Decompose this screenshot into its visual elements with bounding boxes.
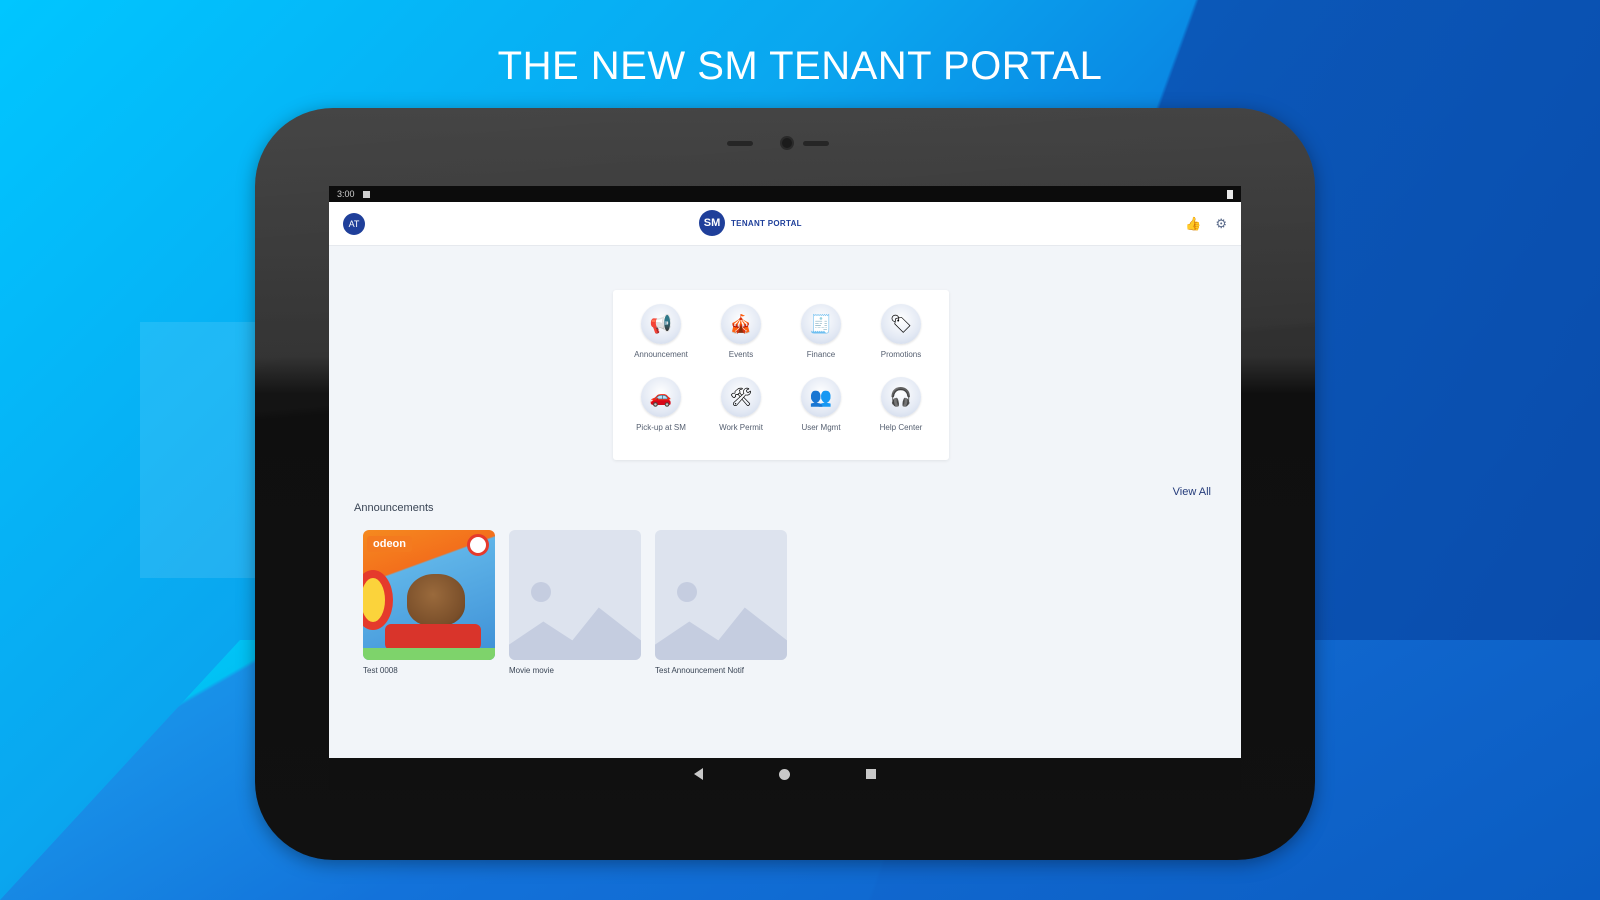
placeholder-mountains [509,607,641,660]
image-placeholder-icon [509,530,641,660]
channel-tag: odeon [367,536,412,552]
announcement-caption: Test 0008 [363,666,398,675]
menu-item-pickup[interactable]: 🚗 Pick-up at SM [621,377,701,450]
menu-item-promotions[interactable]: 🏷 Promotions [861,304,941,377]
back-icon[interactable] [694,768,703,780]
status-bar: 3:00 [329,186,1241,202]
status-time: 3:00 [337,189,355,199]
view-all-link[interactable]: View All [1173,486,1211,498]
menu-card: 📢 Announcement 🎪 Events 🧾 Finance 🏷 Prom… [613,290,949,460]
menu-label: Work Permit [719,423,763,432]
tablet-frame: 3:00 AT SM TENANT PORTAL 👍 ⚙ 📢 Announcem… [255,108,1315,860]
menu-item-user-mgmt[interactable]: 👥 User Mgmt [781,377,861,450]
menu-item-work-permit[interactable]: 🛠 Work Permit [701,377,781,450]
thumbs-up-icon[interactable]: 👍 [1185,216,1201,232]
announcements-title: Announcements [354,502,434,514]
promotions-icon: 🏷 [881,304,921,344]
sm-logo-icon: SM [699,210,725,236]
announcement-caption: Test Announcement Notif [655,666,744,675]
brand-logo: SM TENANT PORTAL [699,210,802,236]
placeholder-mountains [655,607,787,660]
ground-graphic [363,648,495,660]
menu-label: Promotions [880,350,922,359]
ring-graphic [363,570,393,630]
announcement-card[interactable]: Movie movie [509,530,641,675]
front-camera [780,136,794,150]
avatar[interactable]: AT [343,212,365,235]
battery-icon [1227,189,1233,199]
image-placeholder-icon [655,530,787,660]
events-icon: 🎪 [721,304,761,344]
android-nav-bar [329,758,1241,790]
app-bar: AT SM TENANT PORTAL 👍 ⚙ [329,202,1241,246]
speaker-grille [727,141,753,146]
announcement-card[interactable]: Test Announcement Notif [655,530,787,675]
menu-label: Help Center [879,423,923,432]
announcement-caption: Movie movie [509,666,554,675]
announcement-card[interactable]: odeon Test 0008 [363,530,495,675]
megaphone-icon: 📢 [641,304,681,344]
menu-label: Events [728,350,754,359]
menu-label: Pick-up at SM [636,423,686,432]
car-graphic [385,624,481,650]
home-icon[interactable] [779,768,790,780]
character-graphic [407,574,465,626]
menu-item-finance[interactable]: 🧾 Finance [781,304,861,377]
menu-item-events[interactable]: 🎪 Events [701,304,781,377]
work-permit-icon: 🛠 [721,377,761,417]
help-center-icon: 🎧 [881,377,921,417]
menu-label: Finance [806,350,836,359]
app-bar-actions: 👍 ⚙ [1185,216,1227,232]
menu-item-announcement[interactable]: 📢 Announcement [621,304,701,377]
brand-text: TENANT PORTAL [731,218,802,228]
sensor-grille [803,141,829,146]
menu-item-help-center[interactable]: 🎧 Help Center [861,377,941,450]
tablet-screen: 3:00 AT SM TENANT PORTAL 👍 ⚙ 📢 Announcem… [329,186,1241,790]
notification-icon [362,190,370,198]
announcement-thumbnail: odeon [363,530,495,660]
placeholder-sun [677,582,697,602]
recent-apps-icon[interactable] [866,769,876,779]
placeholder-sun [531,582,551,602]
menu-label: Announcement [634,350,688,359]
menu-label: User Mgmt [801,423,841,432]
finance-icon: 🧾 [801,304,841,344]
user-management-icon: 👥 [801,377,841,417]
badge-icon [467,534,489,556]
announcement-list: odeon Test 0008 Movie movie Test Announc… [363,530,787,675]
settings-icon[interactable]: ⚙ [1215,216,1227,232]
headline: THE NEW SM TENANT PORTAL [497,44,1103,88]
pickup-car-icon: 🚗 [641,377,681,417]
